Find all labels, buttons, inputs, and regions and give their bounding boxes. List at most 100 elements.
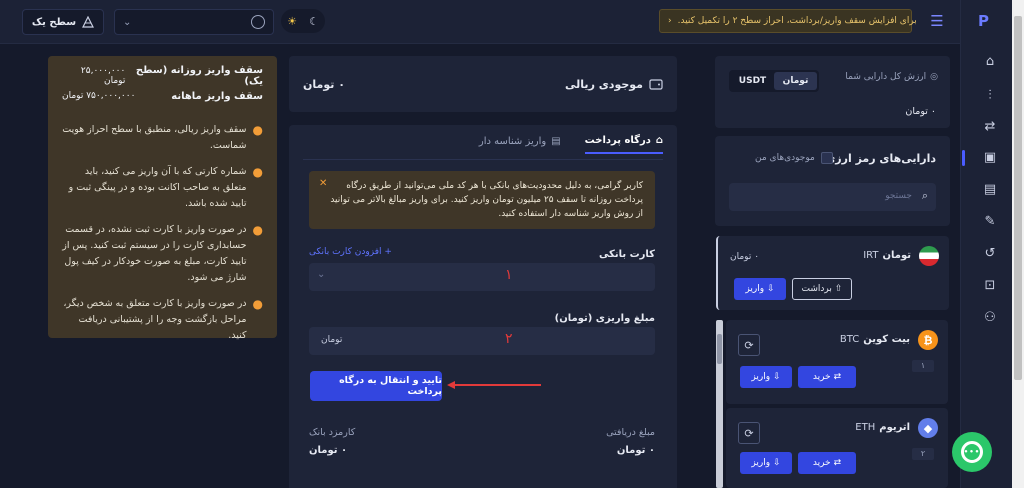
support-chat-button[interactable]: ••• [952,432,992,472]
buy-label: خرید [812,458,831,468]
note-text: در صورت واریز با کارت ثبت نشده، در قسمت … [62,224,247,283]
logo-icon[interactable]: P [978,12,989,30]
theme-toggle[interactable]: ☀ ☾ [281,9,325,33]
orders-icon[interactable]: ▤ [982,182,998,198]
edit-icon[interactable]: ✎ [982,214,998,230]
coin-row-irt: تومان IRT ۰ تومان ⇧ برداشت ⇩ واریز [716,236,949,310]
search-input[interactable]: ⌕ جستجو [729,183,936,211]
tab-id-deposit[interactable]: ▤ واریز شناسه دار [479,135,561,154]
currency-toman[interactable]: تومان [774,72,817,90]
monthly-limit-label: سقف واریز ماهانه [171,90,263,102]
confirm-gateway-button[interactable]: تایید و انتقال به درگاه پرداخت [310,371,442,401]
daily-limit-row: سقف واریز روزانه (سطح یک) ۲۵,۰۰۰,۰۰۰ توم… [62,65,263,87]
side-nav [960,0,1012,488]
tab-label: درگاه پرداخت [584,135,651,146]
note-text: شماره کارتی که با آن واریز می کنید، باید… [68,166,247,209]
user-select[interactable]: ⌄ [114,9,274,35]
bank-fee-value: ۰ تومان [309,445,348,456]
currency-usdt[interactable]: USDT [731,72,774,90]
bank-fee-label: کارمزد بانک [309,427,356,438]
deposit-form-card: ⌂ درگاه پرداخت ▤ واریز شناسه دار کاربر گ… [289,125,677,488]
bank-icon: ⌂ [655,135,663,146]
deposit-amount-label: مبلغ واریزی (تومان) [554,313,655,324]
exchange-icon[interactable]: ⇄ [982,119,998,135]
coin-row-eth: ◆ اتریوم ETH ⟳ ۲ ⇄ خرید ⇩ واریز [726,408,948,488]
menu-icon[interactable]: ☰ [928,12,946,30]
coin-symbol: IRT [863,250,879,261]
coin-name: اتریوم ETH [855,422,910,433]
close-icon[interactable]: ✕ [319,177,327,191]
total-assets-value: ۰ تومان [905,106,936,117]
deposit-tabs: ⌂ درگاه پرداخت ▤ واریز شناسه دار [479,135,663,154]
tab-label: واریز شناسه دار [478,136,547,147]
deposit-amount-input[interactable]: تومان ۲ [309,327,655,355]
deposit-label: واریز [745,284,765,294]
count-badge: ۱ [912,360,934,372]
total-assets-title: ◎ ارزش کل دارایی شما [845,72,938,82]
coin-title: تومان [882,250,911,261]
add-bank-card-link[interactable]: + افزودن کارت بانکی [309,247,392,257]
exchange-icon: ⇄ [833,458,842,468]
user-icon [251,15,265,29]
home-icon[interactable]: ⌂ [982,54,998,70]
rial-balance-card: موجودی ریالی ۰ تومان [289,56,677,112]
add-user-icon[interactable]: ⚇ [982,310,998,326]
deposit-limits-panel: سقف واریز روزانه (سطح یک) ۲۵,۰۰۰,۰۰۰ توم… [48,56,277,341]
page-scrollbar-thumb[interactable] [1014,16,1022,380]
total-assets-label: ارزش کل دارایی شما [845,72,927,82]
refresh-icon[interactable]: ⟳ [738,334,760,356]
wallet-icon[interactable]: ▣ [982,150,998,166]
deposit-button[interactable]: ⇩ واریز [740,366,792,388]
note-text: در صورت واریز با کارت متعلق به شخص دیگر،… [63,298,247,341]
ethereum-icon: ◆ [918,418,938,438]
my-assets-filter[interactable]: موجودی‌های من [755,152,833,164]
monthly-limit-value: ۷۵۰,۰۰۰,۰۰۰ تومان [62,91,136,101]
exchange-icon: ⇄ [833,372,842,382]
download-icon: ⇩ [773,372,781,382]
active-indicator [962,150,965,166]
bullet-icon: ● [252,297,263,311]
lock-icon[interactable]: ⊡ [982,278,998,294]
bullet-icon: ● [252,223,263,237]
total-assets-card: ◎ ارزش کل دارایی شما USDT تومان ۰ تومان [715,56,950,128]
chevron-left-icon: ‹ [668,16,672,26]
refresh-icon[interactable]: ⟳ [738,422,760,444]
level-button[interactable]: سطح یک [22,9,104,35]
deposit-button[interactable]: ⇩ واریز [734,278,786,300]
coin-symbol: ETH [855,422,876,433]
buy-button[interactable]: ⇄ خرید [798,366,856,388]
coin-title: بیت کوین [863,334,910,345]
tab-payment-gateway[interactable]: ⌂ درگاه پرداخت [584,135,663,154]
bank-card-select[interactable]: ⌄ ۱ [309,263,655,291]
deposit-label: واریز [751,372,771,382]
daily-limit-label: سقف واریز روزانه (سطح یک) [135,65,263,87]
checkbox[interactable] [820,152,833,164]
banner-text: برای افزایش سقف واریز/برداشت، احراز سطح … [677,16,917,26]
withdraw-label: برداشت [801,284,832,294]
bitcoin-icon: ₿ [918,330,938,350]
chevron-down-icon: ⌄ [317,269,326,280]
received-amount-label: مبلغ دریافتی [606,427,655,438]
withdraw-button[interactable]: ⇧ برداشت [792,278,852,300]
search-icon: ⌕ [921,189,928,202]
deposit-label: واریز [751,458,771,468]
receipt-icon: ▤ [551,136,561,147]
moon-icon: ☾ [309,14,319,28]
deposit-button[interactable]: ⇩ واریز [740,452,792,474]
iran-flag-icon [919,246,939,266]
pyramid-icon [82,16,95,28]
chart-icon[interactable]: ⫶ [982,88,998,104]
search-placeholder: جستجو [885,191,912,201]
crypto-assets-title: دارایی‌های رمز ارزی [825,152,936,165]
coin-symbol: BTC [839,334,860,345]
warning-text: کاربر گرامی، به دلیل محدودیت‌های بانکی ب… [330,181,643,219]
daily-limit-value: ۲۵,۰۰۰,۰۰۰ تومان [80,66,126,86]
coin-list-scrollbar-thumb[interactable] [717,334,722,364]
bullet-icon: ● [252,123,263,137]
upload-icon: ⇧ [834,284,843,294]
count-badge: ۲ [912,448,934,460]
history-icon[interactable]: ↺ [982,246,998,262]
verification-banner[interactable]: برای افزایش سقف واریز/برداشت، احراز سطح … [659,9,917,33]
amount-unit: تومان [321,335,343,345]
buy-button[interactable]: ⇄ خرید [798,452,856,474]
